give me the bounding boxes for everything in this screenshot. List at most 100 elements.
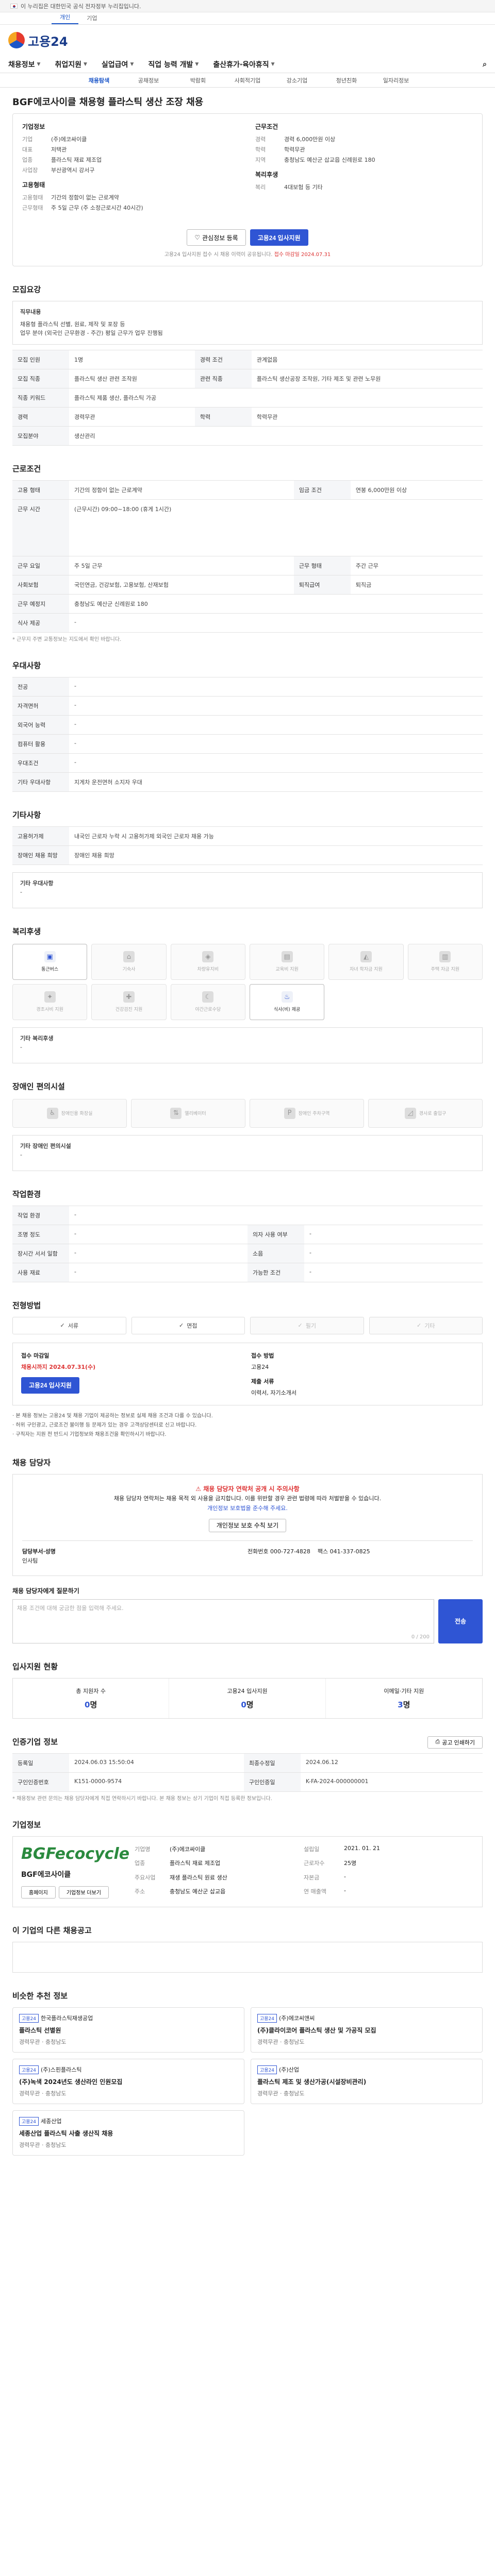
table-key: 사용 재료 <box>12 1262 69 1282</box>
table-value: - <box>69 676 483 697</box>
benefit-tile-dorm: ⌂ 기숙사 <box>91 943 167 980</box>
kv-key: 설립일 <box>304 1845 320 1853</box>
tab-company[interactable]: 기업 <box>78 12 105 24</box>
qna-counter: 0 / 200 <box>411 1634 430 1640</box>
company-more-button[interactable]: 기업정보 더보기 <box>58 1886 109 1899</box>
recommend-card[interactable]: 고용24 한국플라스틱재생공업 플라스틱 선별원 경력무관 · 충청남도 <box>12 2007 244 2053</box>
company-logo-sub: BGF에코사이클 <box>21 1870 71 1879</box>
facility-label: 장애인용 화장실 <box>61 1111 93 1117</box>
card-title: (주)녹색 2024년도 생산라인 인원모집 <box>19 2078 123 2086</box>
homepage-button[interactable]: 홈페이지 <box>21 1886 56 1899</box>
gnb-item-leave[interactable]: 출산휴가·육아휴직 ▼ <box>213 59 274 70</box>
check-icon: ✓ <box>417 1322 422 1329</box>
apply-button[interactable]: 고용24 입사지원 <box>250 229 308 246</box>
benefit-tile-edu: ▤ 교육비 지원 <box>249 943 325 980</box>
table-value: - <box>304 1262 483 1282</box>
stat-value: 0 <box>85 1700 90 1709</box>
benefit-tile-event: ✦ 경조사비 지원 <box>12 984 88 1020</box>
building-icon: ▥ <box>439 951 451 963</box>
graduation-icon: ◭ <box>360 951 372 963</box>
qna-submit-button[interactable]: 전송 <box>438 1599 483 1643</box>
similar-section-title: 이 기업의 다른 채용공고 <box>12 1925 92 1935</box>
lnb-item-explore[interactable]: 채용탐색 <box>74 76 124 84</box>
benefit-tile-car: ◈ 차량유지비 <box>170 943 245 980</box>
table-key: 의자 사용 여부 <box>248 1224 304 1244</box>
table-key: 등록일 <box>12 1753 69 1773</box>
apply-button-secondary[interactable]: 고용24 입사지원 <box>21 1377 79 1394</box>
kv-value: 기간의 정함이 없는 근로계약 <box>51 194 119 201</box>
print-button[interactable]: ⎙ 공고 인쇄하기 <box>427 1736 483 1749</box>
card-tag: 고용24 <box>257 2013 277 2023</box>
lnb-item-public[interactable]: 공채정보 <box>124 76 173 84</box>
table-key: 사회보험 <box>12 574 69 595</box>
table-row: 근무 요일 주 5일 근무 근무 형태 주간 근무 <box>12 555 483 575</box>
table-value: 지게차 운전면허 소지자 우대 <box>69 772 483 792</box>
info-section-title: 인증기업 정보 ⎙ 공고 인쇄하기 <box>12 1736 483 1749</box>
disability-extra-box: 기타 장애인 편의시설 - <box>12 1134 483 1171</box>
gnb-item-jobs[interactable]: 채용정보 ▼ <box>8 59 40 70</box>
lnb-item-strong[interactable]: 강소기업 <box>272 76 322 84</box>
benefit-label: 식사(비) 제공 <box>274 1007 301 1013</box>
table-value: - <box>69 715 483 735</box>
benefits-section-title: 복리후생 <box>12 926 41 936</box>
table-row: 등록일 2024.06.03 15:50:04 최종수정일 2024.06.12 <box>12 1753 483 1773</box>
search-icon[interactable]: ⌕ <box>483 60 487 69</box>
lnb-item-fair[interactable]: 박람회 <box>173 76 223 84</box>
status-section-title: 입사지원 현황 <box>12 1662 58 1671</box>
gnb-item-benefit[interactable]: 실업급여 ▼ <box>102 59 134 70</box>
benefit-label: 자녀 학자금 지원 <box>350 967 383 973</box>
table-key: 가능한 조건 <box>248 1262 304 1282</box>
table-value: K151-0000-9574 <box>69 1772 244 1792</box>
recommend-card[interactable]: 고용24 (주)에코씨앤씨 (주)클라이코어 플라스틱 생산 및 가공직 모집 경력무… <box>251 2007 483 2053</box>
table-key: 경력 <box>12 406 69 427</box>
step-etc: ✓ 기타 <box>369 1316 483 1334</box>
contact-name-label: 담당부서·성명 <box>22 1548 56 1555</box>
table-key: 직종 키워드 <box>12 387 69 408</box>
table-key: 우대조건 <box>12 753 69 773</box>
kv-value: 2021. 01. 21 <box>344 1844 380 1852</box>
benefit-tile-meal: ♨ 식사(비) 제공 <box>249 984 325 1020</box>
list-item: 본 채용 정보는 고용24 및 채용 기업이 제공하는 정보로 실제 채용 조건… <box>12 1412 483 1421</box>
scrap-label: 관심정보 등록 <box>202 234 238 242</box>
table-row: 작업 환경 - <box>12 1205 483 1225</box>
benefit-label: 통근버스 <box>41 967 59 973</box>
apply-note: 고용24 입사지원 접수 시 채용 이력이 공유됩니다. 접수 마감일 2024… <box>22 250 473 258</box>
apply-note-deadline: 접수 마감일 2024.07.31 <box>274 252 331 258</box>
table-value: 관계없음 <box>251 349 483 369</box>
recommend-card[interactable]: 고용24 (주)스핀플라스틱 (주)녹색 2024년도 생산라인 인원모집 경력무관 … <box>12 2058 244 2104</box>
gov-notice: 이 누리집은 대한민국 공식 전자정부 누리집입니다. <box>21 3 141 10</box>
other-extra-value: - <box>20 889 22 896</box>
qna-textarea[interactable]: 채용 조건에 대해 궁금한 점을 입력해 주세요. 0 / 200 <box>12 1599 434 1643</box>
table-value: 플라스틱 생산 관련 조작원 <box>69 368 195 388</box>
kv-key: 업종 <box>22 157 33 163</box>
list-item: 구직자는 지원 전 반드시 기업정보와 채용조건을 확인하시기 바랍니다. <box>12 1430 483 1439</box>
contact-phone-label: 전화번호 <box>248 1548 269 1555</box>
kv-value: 플라스틱 재료 제조업 <box>51 157 102 163</box>
privacy-rules-button[interactable]: 개인정보 보호 수칙 보기 <box>208 1518 287 1532</box>
scrap-button[interactable]: ♡ 관심정보 등록 <box>187 229 246 246</box>
site-logo[interactable]: 고용24 <box>8 31 68 49</box>
other-section-title: 기타사항 <box>12 810 41 820</box>
recommend-card[interactable]: 고용24 세종산업 세종산업 플라스틱 사출 생산직 채용 경력무관 · 충청남도 <box>12 2110 244 2156</box>
kv-key: 고용형태 <box>22 194 43 201</box>
table-row: 전공 - <box>12 676 483 697</box>
benefit-label: 주택 자금 지원 <box>431 967 460 973</box>
step-document: ✓ 서류 <box>12 1316 126 1334</box>
lnb-item-social[interactable]: 사회적기업 <box>223 76 272 84</box>
benefit-extra-label: 기타 복리후생 <box>20 1035 54 1042</box>
lnb-item-info[interactable]: 일자리정보 <box>371 76 421 84</box>
gnb-item-support[interactable]: 취업지원 ▼ <box>55 59 87 70</box>
card-title: 플라스틱 제조 및 생산가공(시설장비관리) <box>257 2078 367 2086</box>
health-icon: ✚ <box>123 991 135 1003</box>
parking-icon: P <box>284 1107 295 1119</box>
kv-value: 주 5일 근무 (주 소정근로시간 40시간) <box>51 205 143 211</box>
card-company: 한국플라스틱재생공업 <box>41 2014 93 2022</box>
recommend-card[interactable]: 고용24 (주)산업 플라스틱 제조 및 생산가공(시설장비관리) 경력무관 · 충청… <box>251 2058 483 2104</box>
tab-personal[interactable]: 개인 <box>52 11 79 24</box>
facility-label: 장애인 주차구역 <box>298 1111 330 1117</box>
gnb-item-training[interactable]: 직업 능력 개발 ▼ <box>148 59 199 70</box>
lnb-item-youth[interactable]: 청년친화 <box>322 76 371 84</box>
contact-fax-label: 팩스 <box>317 1548 328 1555</box>
stat-unit: 명 <box>246 1700 254 1709</box>
facility-label: 경사로 출입구 <box>419 1111 447 1117</box>
